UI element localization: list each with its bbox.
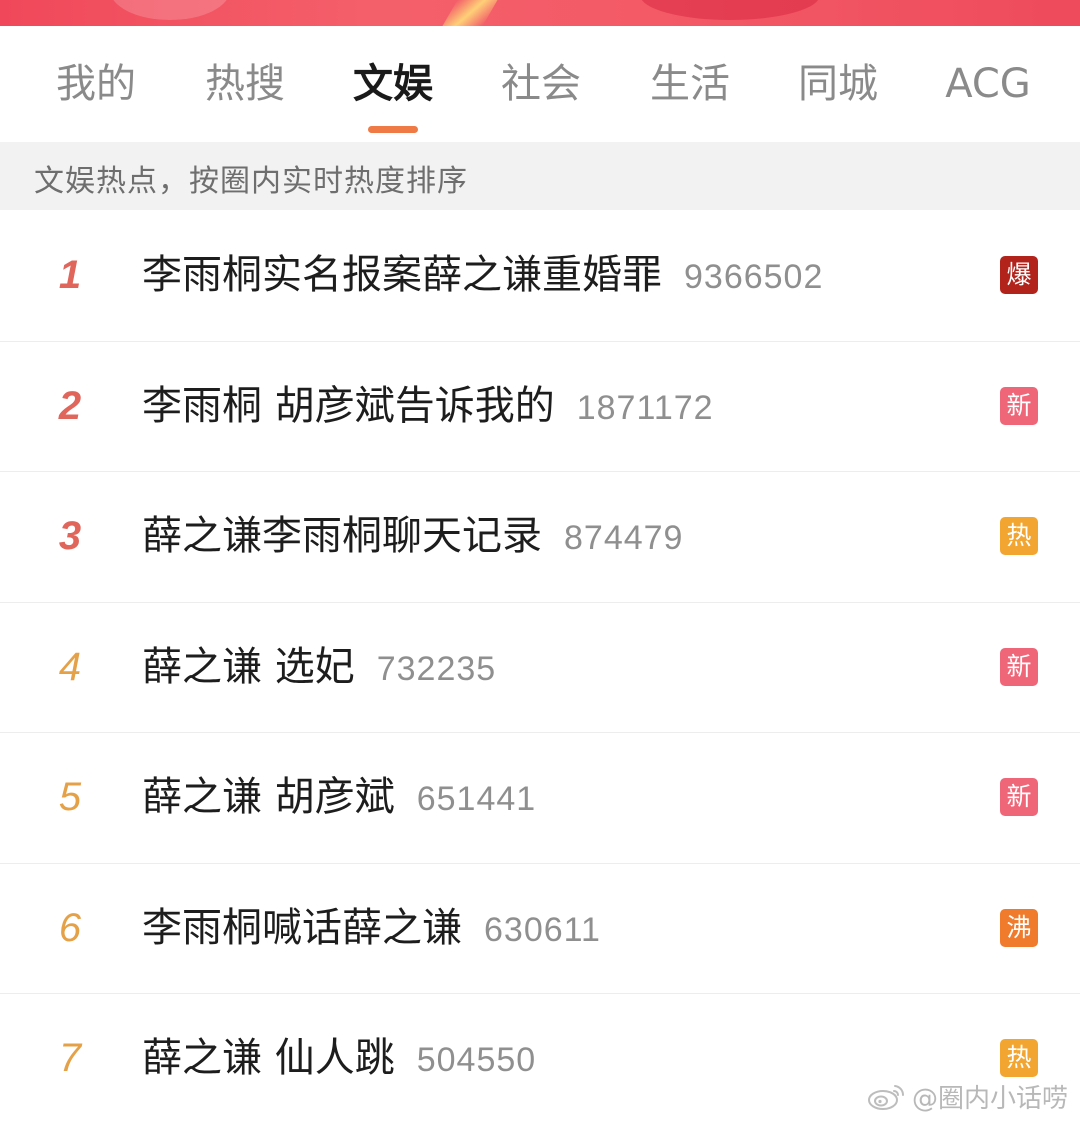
tab-mine[interactable]: 我的 [56,56,136,112]
hot-topic-title-wrap: 李雨桐 胡彦斌告诉我的 1871172 [142,342,714,471]
tab-society[interactable]: 社会 [501,56,581,112]
weibo-icon [867,1084,904,1110]
heat-count: 630611 [484,910,601,949]
rank-number: 6 [58,905,82,950]
hot-topic-title: 薛之谦 胡彦斌 [142,774,395,820]
new-badge: 新 [1000,647,1038,686]
active-tab-indicator [368,126,418,133]
rank-number: 1 [58,253,82,297]
rank-number: 5 [58,775,82,819]
rank-number: 4 [58,644,82,689]
boiling-badge: 沸 [1000,908,1038,947]
hot-list-item[interactable]: 4 薛之谦 选妃 732235 新 [0,602,1080,733]
hot-topic-title-wrap: 薛之谦 仙人跳 504550 [142,994,536,1123]
new-badge: 新 [1000,386,1038,425]
hot-topic-title: 薛之谦 选妃 [142,643,355,690]
section-description-text: 文娱热点，按圈内实时热度排序 [34,164,468,199]
hot-topic-title: 李雨桐 胡彦斌告诉我的 [142,382,555,429]
tab-life[interactable]: 生活 [650,56,730,112]
heat-count: 651441 [416,780,537,818]
hot-badge: 热 [1000,517,1038,555]
hot-search-page: 我的 热搜 文娱 社会 生活 同城 ACG 文娱热点，按圈内实时热度排序 1 李… [0,0,1080,1123]
hot-list-item[interactable]: 5 薛之谦 胡彦斌 651441 新 [0,733,1080,864]
hot-topic-title: 李雨桐喊话薛之谦 [142,904,462,951]
hot-list-item[interactable]: 2 李雨桐 胡彦斌告诉我的 1871172 新 [0,341,1080,472]
hot-topic-title: 薛之谦 仙人跳 [142,1035,395,1081]
heat-count: 732235 [376,649,497,688]
rank-number: 3 [58,514,82,558]
hot-topic-title-wrap: 薛之谦 选妃 732235 [142,603,496,732]
hot-topic-title: 李雨桐实名报案薛之谦重婚罪 [142,252,662,298]
hot-badge: 热 [1000,1039,1038,1077]
hot-list-item[interactable]: 6 李雨桐喊话薛之谦 630611 沸 [0,863,1080,994]
watermark: @圈内小话唠 [866,1078,1068,1115]
banner-decoration [110,0,230,20]
section-description: 文娱热点，按圈内实时热度排序 [0,142,1080,210]
heat-count: 504550 [416,1041,537,1079]
hot-topic-title-wrap: 薛之谦李雨桐聊天记录 874479 [142,472,683,601]
top-banner[interactable] [0,0,1080,26]
watermark-text: @圈内小话唠 [911,1084,1068,1114]
tab-acg[interactable]: ACG [945,56,1031,112]
hot-list-item[interactable]: 3 薛之谦李雨桐聊天记录 874479 热 [0,472,1080,603]
heat-count: 9366502 [684,258,824,296]
tab-local[interactable]: 同城 [798,56,878,112]
hot-topic-title-wrap: 薛之谦 胡彦斌 651441 [142,733,536,862]
explosive-badge: 爆 [1000,256,1038,294]
heat-count: 1871172 [576,388,714,427]
banner-decoration [640,0,820,20]
hot-topic-title: 薛之谦李雨桐聊天记录 [142,513,542,559]
banner-decoration [442,0,498,26]
hot-list: 1 李雨桐实名报案薛之谦重婚罪 9366502 爆 2 李雨桐 胡彦斌告诉我的 18… [0,211,1080,1123]
new-badge: 新 [1000,778,1038,816]
rank-number: 7 [58,1036,82,1080]
hot-topic-title-wrap: 李雨桐实名报案薛之谦重婚罪 9366502 [142,211,823,340]
hot-topic-title-wrap: 李雨桐喊话薛之谦 630611 [142,864,601,993]
rank-number: 2 [58,383,82,428]
tab-hot-search[interactable]: 热搜 [205,56,285,112]
heat-count: 874479 [564,519,684,557]
hot-list-item[interactable]: 1 李雨桐实名报案薛之谦重婚罪 9366502 爆 [0,211,1080,342]
tab-entertainment[interactable]: 文娱 [353,56,433,112]
category-tab-bar: 我的 热搜 文娱 社会 生活 同城 ACG [0,26,1080,142]
